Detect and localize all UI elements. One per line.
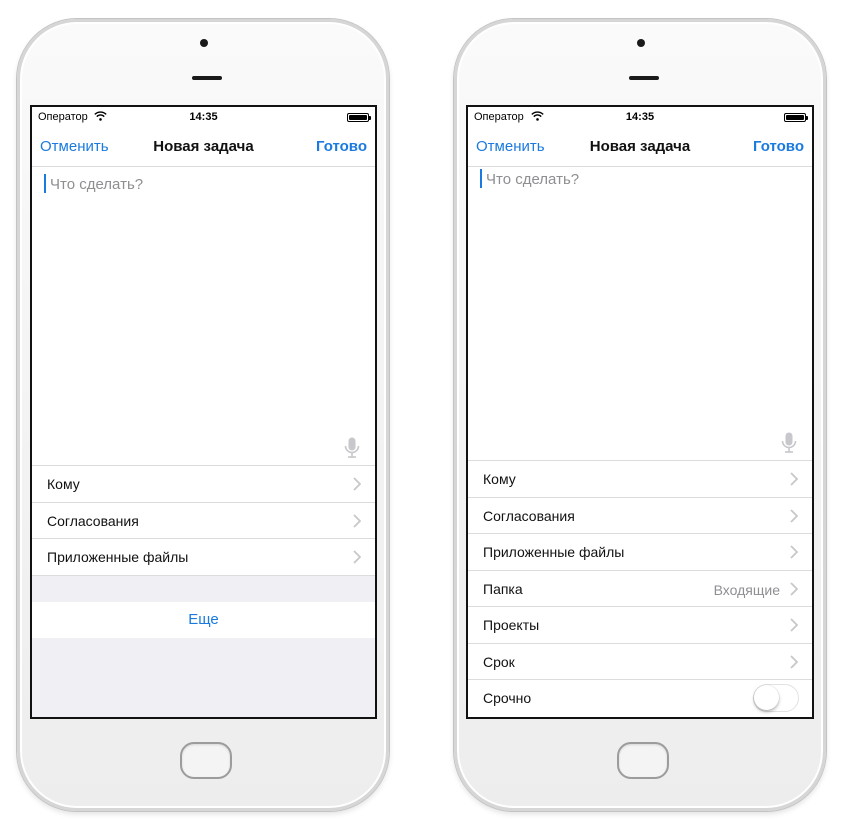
screen-left: Оператор 14:35 Отменить Новая задача Гот… [30, 105, 377, 719]
cancel-button[interactable]: Отменить [476, 138, 545, 155]
done-button[interactable]: Готово [753, 138, 804, 155]
row-label: Приложенные файлы [483, 544, 625, 560]
task-options-list: Кому Согласования Приложенные файлы Папк… [468, 460, 812, 717]
cancel-button[interactable]: Отменить [40, 138, 109, 155]
row-label: Согласования [47, 512, 139, 529]
microphone-icon[interactable] [344, 437, 360, 459]
chevron-right-icon [790, 472, 798, 486]
task-text-input[interactable]: Что сделать? [468, 167, 812, 460]
status-time: 14:35 [189, 111, 218, 123]
chevron-right-icon [790, 581, 798, 596]
status-bar: Оператор 14:35 [32, 107, 375, 127]
navigation-bar: Отменить Новая задача Готово [32, 127, 375, 167]
row-approvals[interactable]: Согласования [32, 503, 375, 539]
group-separator [32, 575, 375, 602]
home-button[interactable] [180, 742, 232, 779]
phone-left: Оператор 14:35 Отменить Новая задача Гот… [17, 19, 389, 811]
folder-value: Входящие [713, 581, 780, 598]
row-attachments[interactable]: Приложенные файлы [468, 534, 812, 571]
row-label: Проекты [483, 617, 540, 633]
chevron-right-icon [790, 508, 798, 523]
chevron-right-icon [790, 545, 798, 559]
row-approvals[interactable]: Согласования [468, 498, 812, 534]
row-label: Приложенные файлы [47, 549, 189, 565]
done-button[interactable]: Готово [316, 138, 367, 155]
row-label: Кому [483, 471, 516, 487]
battery-icon [347, 113, 371, 122]
home-button[interactable] [617, 742, 669, 779]
urgent-toggle[interactable] [753, 684, 799, 712]
battery-icon [784, 113, 808, 122]
task-options-list: Кому Согласования Приложенные файлы [32, 465, 375, 576]
speaker-slot [629, 76, 659, 80]
chevron-right-icon [353, 513, 361, 528]
row-attachments[interactable]: Приложенные файлы [32, 539, 375, 576]
row-due-date[interactable]: Срок [468, 644, 812, 680]
group-background [32, 637, 375, 717]
row-projects[interactable]: Проекты [468, 607, 812, 644]
microphone-icon[interactable] [781, 432, 797, 454]
camera-dot [200, 39, 208, 47]
text-caret [480, 169, 482, 188]
phone-right: Оператор 14:35 Отменить Новая задача Гот… [454, 19, 826, 811]
task-input-placeholder: Что сделать? [486, 171, 580, 188]
chevron-right-icon [790, 618, 798, 632]
row-label: Согласования [483, 507, 575, 524]
more-button[interactable]: Еще [32, 601, 375, 638]
chevron-right-icon [353, 550, 361, 564]
row-label: Срочно [483, 690, 532, 706]
row-folder[interactable]: Папка Входящие [468, 571, 812, 607]
task-text-input[interactable]: Что сделать? [32, 167, 375, 465]
chevron-right-icon [790, 654, 798, 669]
camera-dot [637, 39, 645, 47]
row-label: Срок [483, 653, 515, 670]
chevron-right-icon [353, 477, 361, 491]
text-caret [44, 174, 46, 193]
screen-right: Оператор 14:35 Отменить Новая задача Гот… [466, 105, 814, 719]
row-label: Папка [483, 580, 523, 597]
navigation-bar: Отменить Новая задача Готово [468, 127, 812, 167]
toggle-knob [754, 685, 779, 710]
row-recipient[interactable]: Кому [32, 466, 375, 503]
row-urgent: Срочно [468, 680, 812, 717]
row-recipient[interactable]: Кому [468, 461, 812, 498]
row-label: Кому [47, 476, 80, 492]
speaker-slot [192, 76, 222, 80]
status-time: 14:35 [625, 111, 655, 123]
task-input-placeholder: Что сделать? [50, 176, 144, 193]
status-bar: Оператор 14:35 [468, 107, 812, 127]
